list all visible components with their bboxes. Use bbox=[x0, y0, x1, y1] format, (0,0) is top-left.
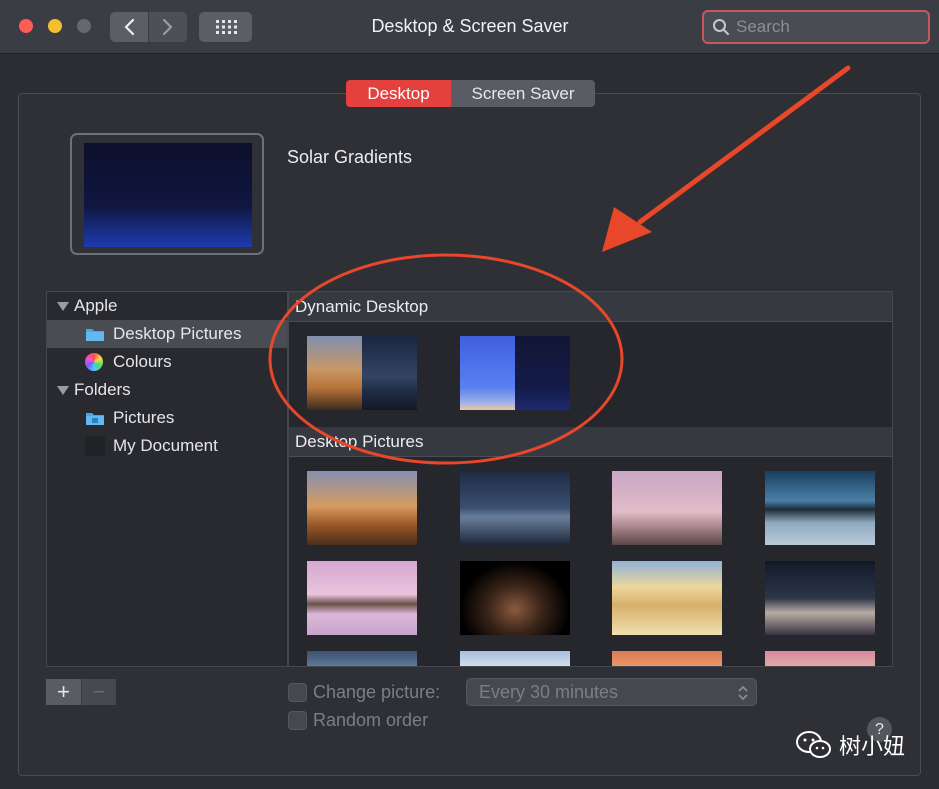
folder-icon bbox=[86, 329, 104, 341]
disclosure-triangle-icon[interactable] bbox=[57, 301, 69, 311]
close-window-button[interactable] bbox=[19, 19, 33, 33]
thumbnail-lake-dusk[interactable] bbox=[765, 471, 875, 545]
tab-control: Desktop Screen Saver bbox=[346, 80, 595, 107]
remove-folder-button[interactable]: − bbox=[81, 679, 116, 705]
thumbnail-mojave-dynamic[interactable] bbox=[307, 336, 417, 410]
section-header-desktop-pictures: Desktop Pictures bbox=[289, 427, 892, 457]
add-folder-button[interactable]: + bbox=[46, 679, 81, 705]
back-forward-group bbox=[110, 12, 187, 42]
search-icon bbox=[713, 19, 729, 35]
sidebar-item-my-document[interactable]: My Document bbox=[47, 432, 287, 460]
wallpaper-name: Solar Gradients bbox=[287, 147, 413, 167]
disclosure-triangle-icon[interactable] bbox=[57, 385, 69, 395]
sidebar-group-label: Folders bbox=[74, 380, 131, 399]
section-header-dynamic: Dynamic Desktop bbox=[289, 292, 892, 322]
chevron-right-icon bbox=[162, 18, 173, 36]
thumbnail-mojave-night[interactable] bbox=[460, 471, 570, 545]
minimize-window-button[interactable] bbox=[48, 19, 62, 33]
search-input[interactable] bbox=[736, 17, 916, 37]
sidebar-item-colours[interactable]: Colours bbox=[47, 348, 287, 376]
random-order-checkbox[interactable] bbox=[288, 711, 307, 730]
window-title: Desktop & Screen Saver bbox=[371, 16, 569, 36]
wallpaper-preview bbox=[70, 133, 264, 255]
thumbnail-mountain-partial-2[interactable] bbox=[460, 651, 570, 666]
change-picture-checkbox[interactable] bbox=[288, 683, 307, 702]
thumbnail-lake-rock-pink[interactable] bbox=[307, 561, 417, 635]
change-picture-label: Change picture: bbox=[313, 682, 441, 702]
sidebar-item-pictures[interactable]: Pictures bbox=[47, 404, 287, 432]
preview-image bbox=[84, 143, 252, 247]
pictures-folder-icon bbox=[86, 413, 104, 425]
interval-select[interactable]: Every 30 minutes bbox=[466, 678, 757, 706]
zoom-window-button[interactable] bbox=[77, 19, 91, 33]
chevron-updown-icon bbox=[738, 685, 748, 701]
tab-desktop[interactable]: Desktop bbox=[346, 80, 451, 107]
search-field[interactable] bbox=[702, 10, 930, 44]
thumbnail-rock-spire-desert[interactable] bbox=[612, 471, 722, 545]
add-remove-group: + − bbox=[46, 679, 116, 705]
chevron-left-icon bbox=[124, 18, 135, 36]
tab-screen-saver[interactable]: Screen Saver bbox=[451, 80, 595, 107]
source-list: Apple Desktop Pictures Colours Folders P… bbox=[46, 291, 288, 667]
sidebar-item-label: Pictures bbox=[113, 408, 175, 427]
sidebar-item-label: Desktop Pictures bbox=[113, 324, 242, 343]
thumbnail-dune-night[interactable] bbox=[765, 561, 875, 635]
thumbnail-solar-gradients[interactable] bbox=[460, 336, 570, 410]
show-all-button[interactable] bbox=[199, 12, 252, 42]
sidebar-item-label: My Document bbox=[113, 436, 218, 455]
sidebar-group-label: Apple bbox=[74, 296, 118, 315]
interval-value: Every 30 minutes bbox=[479, 681, 619, 702]
wechat-logo-icon bbox=[796, 731, 831, 758]
sidebar-item-desktop-pictures[interactable]: Desktop Pictures bbox=[47, 320, 287, 348]
back-button[interactable] bbox=[110, 12, 148, 42]
sidebar-item-label: Colours bbox=[113, 352, 172, 371]
thumbnail-sand-dunes[interactable] bbox=[612, 561, 722, 635]
thumbnail-mountain-partial-1[interactable] bbox=[307, 651, 417, 666]
sidebar-group-folders[interactable]: Folders bbox=[47, 376, 287, 404]
thumbnail-sunset-partial-2[interactable] bbox=[765, 651, 875, 666]
forward-button[interactable] bbox=[149, 12, 187, 42]
thumbnail-sunset-partial-1[interactable] bbox=[612, 651, 722, 666]
thumbnail-mojave-day[interactable] bbox=[307, 471, 417, 545]
title-bar: Desktop & Screen Saver bbox=[0, 0, 939, 54]
watermark: 树小妞 bbox=[795, 729, 905, 761]
random-order-label: Random order bbox=[313, 710, 429, 730]
sidebar-group-apple[interactable]: Apple bbox=[47, 292, 287, 320]
thumbnail-tufa-towers[interactable] bbox=[460, 561, 570, 635]
watermark-text: 树小妞 bbox=[839, 734, 906, 759]
grid-icon bbox=[215, 20, 237, 34]
color-wheel-icon bbox=[85, 353, 103, 371]
document-icon bbox=[85, 436, 105, 456]
wallpaper-gallery: Dynamic Desktop Desktop Pictures bbox=[288, 291, 893, 667]
